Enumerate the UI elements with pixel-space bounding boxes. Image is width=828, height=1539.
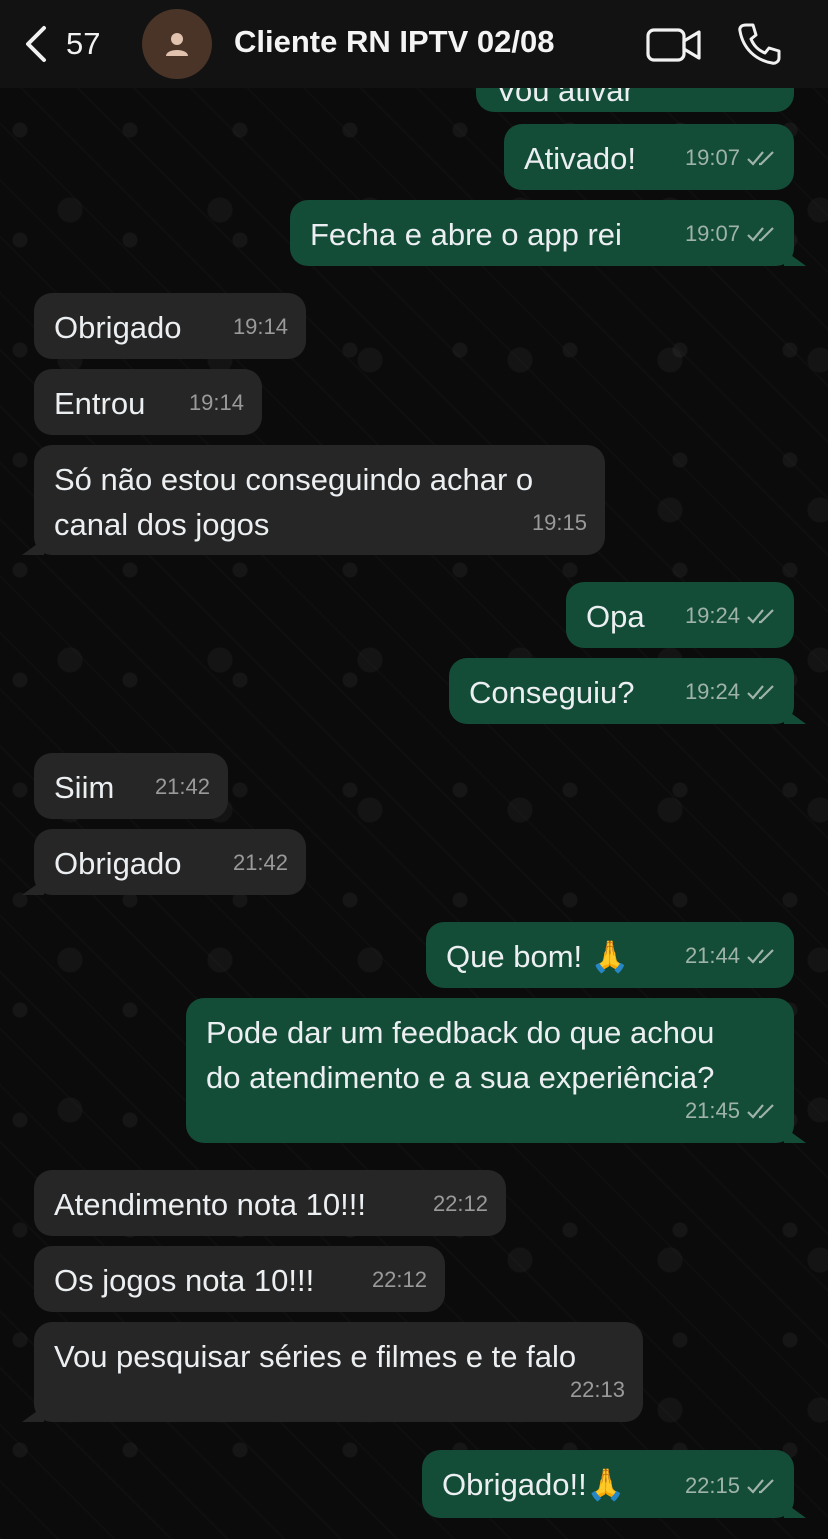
message-bubble-incoming[interactable]: Obrigado 21:42 [22,829,306,895]
double-check-icon [747,1103,774,1119]
message-time: 19:15 [531,510,587,535]
message-bubble-outgoing[interactable]: Que bom! 🙏 21:44 [426,922,794,988]
message-bubble-outgoing[interactable]: Pode dar um feedback do que achou do ate… [186,998,806,1143]
message-text: Atendimento nota 10!!! [54,1187,366,1222]
unread-count: 57 [66,26,101,61]
message-time: 22:12 [371,1267,427,1292]
message-bubble-incoming[interactable]: Só não estou conseguindo achar o canal d… [22,445,605,555]
double-check-icon [747,948,774,964]
phone-call-icon[interactable] [737,22,781,66]
back-button[interactable]: 57 [22,22,100,66]
message-bubble-incoming[interactable]: Atendimento nota 10!!! 22:12 [34,1170,506,1236]
message-time: 19:07 [684,221,740,246]
message-bubble-incoming[interactable]: Os jogos nota 10!!! 22:12 [34,1246,445,1312]
message-time: 19:14 [188,390,244,415]
bubble-tail [784,1502,806,1518]
message-time: 19:14 [232,314,288,339]
message-text: Só não estou conseguindo achar o canal d… [54,462,534,542]
bubble-tail [784,708,806,724]
bubble-tail [22,879,44,895]
message-time: 21:42 [232,850,288,875]
message-list[interactable]: Vou ativar 19:02 Ativado! 19:07 Fecha e … [0,0,828,1539]
double-check-icon [747,226,774,242]
message-bubble-incoming[interactable]: Entrou 19:14 [34,369,262,435]
person-icon [166,33,188,56]
bubble-tail [22,1406,44,1422]
message-time: 21:42 [154,774,210,799]
avatar[interactable] [142,9,212,79]
bubble-tail [784,1127,806,1143]
message-text: Vou pesquisar séries e filmes e te falo [54,1339,577,1374]
video-call-icon[interactable] [646,26,702,64]
message-time: 19:24 [684,679,740,704]
message-bubble-outgoing[interactable]: Ativado! 19:07 [504,124,794,190]
contact-name[interactable]: Cliente RN IPTV 02/08 [234,24,554,60]
message-time: 22:15 [684,1473,740,1498]
message-bubble-outgoing[interactable]: Obrigado!!🙏 22:15 [422,1450,806,1518]
message-bubble-outgoing[interactable]: Conseguiu? 19:24 [449,658,806,724]
message-bubble-incoming[interactable]: Siim 21:42 [34,753,228,819]
message-time: 19:07 [684,145,740,170]
bubble-tail [22,539,44,555]
message-time: 22:13 [569,1377,625,1402]
message-bubble-outgoing[interactable]: Opa 19:24 [566,582,794,648]
chat-header: 57 Cliente RN IPTV 02/08 [0,0,828,88]
double-check-icon [747,684,774,700]
double-check-icon [747,150,774,166]
message-text: Pode dar um feedback do que achou do ate… [206,1015,715,1095]
message-bubble-incoming[interactable]: Obrigado 19:14 [34,293,306,359]
message-bubble-outgoing[interactable]: Fecha e abre o app rei 19:07 [290,200,806,266]
message-time: 21:45 [684,1098,740,1123]
double-check-icon [747,608,774,624]
message-time: 19:24 [684,603,740,628]
chevron-left-icon [26,26,46,62]
message-bubble-incoming[interactable]: Vou pesquisar séries e filmes e te falo … [22,1322,643,1422]
bubble-tail [784,250,806,266]
message-time: 22:12 [432,1191,488,1216]
message-text: Os jogos nota 10!!! [54,1263,315,1298]
double-check-icon [747,1478,774,1494]
message-time: 21:44 [684,943,740,968]
